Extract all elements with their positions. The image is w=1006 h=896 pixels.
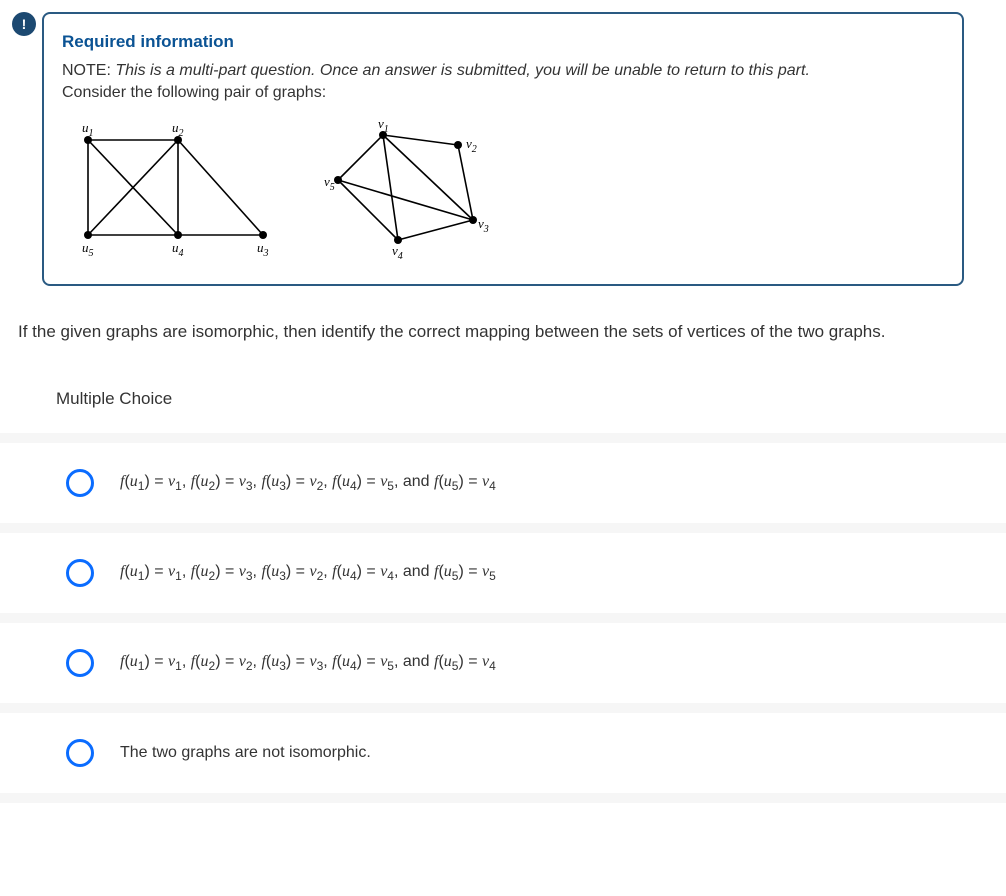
svg-text:v3: v3 <box>478 216 489 235</box>
note-line: NOTE: This is a multi-part question. Onc… <box>62 60 944 82</box>
svg-text:v5: v5 <box>324 174 335 193</box>
required-info-title: Required information <box>62 32 944 52</box>
svg-text:u4: u4 <box>172 240 184 259</box>
svg-text:v2: v2 <box>466 136 477 155</box>
choice-text: The two graphs are not isomorphic. <box>120 744 371 762</box>
svg-text:u5: u5 <box>82 240 94 259</box>
radio-icon[interactable] <box>66 469 94 497</box>
choice-option[interactable]: The two graphs are not isomorphic. <box>0 703 1006 803</box>
svg-text:u1: u1 <box>82 120 94 139</box>
radio-icon[interactable] <box>66 559 94 587</box>
graphs-figure: u1 u2 u5 u4 u3 <box>68 120 944 260</box>
choice-option[interactable]: f(u1) = v1, f(u2) = v3, f(u3) = v2, f(u4… <box>0 433 1006 523</box>
alert-icon-glyph: ! <box>22 16 27 32</box>
alert-icon: ! <box>12 12 36 36</box>
choice-text: f(u1) = v1, f(u2) = v2, f(u3) = v3, f(u4… <box>120 653 496 673</box>
note-label: NOTE: <box>62 62 115 79</box>
graph-u: u1 u2 u5 u4 u3 <box>68 120 278 260</box>
svg-text:v1: v1 <box>378 120 389 135</box>
required-info-card: Required information NOTE: This is a mul… <box>42 12 964 286</box>
choice-option[interactable]: f(u1) = v1, f(u2) = v2, f(u3) = v3, f(u4… <box>0 613 1006 703</box>
choice-text: f(u1) = v1, f(u2) = v3, f(u3) = v2, f(u4… <box>120 563 496 583</box>
note-text: This is a multi-part question. Once an a… <box>115 62 810 79</box>
multiple-choice-block: Multiple Choice f(u1) = v1, f(u2) = v3, … <box>0 389 1006 803</box>
svg-text:u2: u2 <box>172 120 184 139</box>
svg-text:u3: u3 <box>257 240 269 259</box>
choice-option[interactable]: f(u1) = v1, f(u2) = v3, f(u3) = v2, f(u4… <box>0 523 1006 613</box>
choice-text: f(u1) = v1, f(u2) = v3, f(u3) = v2, f(u4… <box>120 473 496 493</box>
multiple-choice-title: Multiple Choice <box>0 389 1006 433</box>
radio-icon[interactable] <box>66 649 94 677</box>
question-text: If the given graphs are isomorphic, then… <box>18 320 988 344</box>
svg-text:v4: v4 <box>392 243 403 260</box>
radio-icon[interactable] <box>66 739 94 767</box>
graph-v: v1 v2 v3 v4 v5 <box>318 120 508 260</box>
consider-text: Consider the following pair of graphs: <box>62 84 944 102</box>
